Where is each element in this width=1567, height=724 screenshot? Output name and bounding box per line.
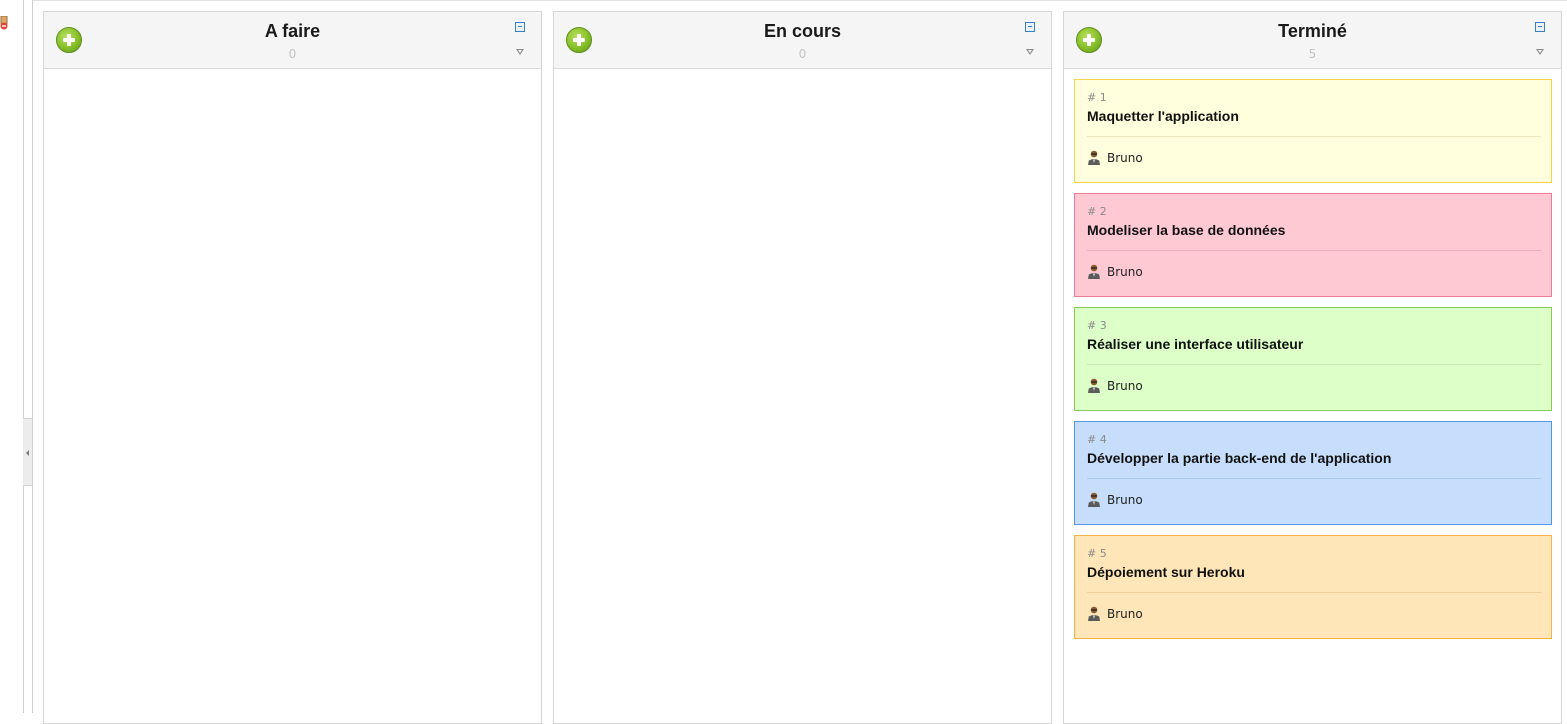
card-divider [1087,364,1541,365]
assignee-name: Bruno [1107,150,1143,165]
column-title: A faire [264,21,321,41]
user-icon [1088,378,1100,393]
user-icon [1088,492,1100,507]
card-assignee: Bruno [1087,150,1143,165]
column-en-cours: En cours 0 [553,11,1052,724]
left-sidebar [0,0,33,713]
card-number: # 2 [1087,205,1107,218]
column-header: Terminé 5 [1064,12,1561,69]
task-card[interactable]: # 4 Développer la partie back-end de l'a… [1074,421,1552,525]
card-number: # 3 [1087,319,1107,332]
dropdown-arrow-icon[interactable] [1026,49,1034,55]
minimize-icon[interactable] [515,22,525,32]
dropdown-arrow-icon[interactable] [1536,49,1544,55]
task-card[interactable]: # 2 Modeliser la base de données Bruno [1074,193,1552,297]
assignee-name: Bruno [1107,606,1143,621]
sidebar-collapse-handle[interactable] [23,418,32,486]
task-card[interactable]: # 1 Maquetter l'application Bruno [1074,79,1552,183]
minimize-icon[interactable] [1535,22,1545,32]
card-title: Dépoiement sur Heroku [1087,564,1245,580]
assignee-name: Bruno [1107,378,1143,393]
sidebar-divider [32,0,33,713]
user-icon [1088,264,1100,279]
user-icon [1088,606,1100,621]
assignee-name: Bruno [1107,264,1143,279]
card-number: # 1 [1087,91,1107,104]
card-title: Modeliser la base de données [1087,222,1286,238]
card-assignee: Bruno [1087,606,1143,621]
minimize-icon[interactable] [1025,22,1035,32]
card-title: Développer la partie back-end de l'appli… [1087,450,1392,466]
card-divider [1087,250,1541,251]
task-card[interactable]: # 3 Réaliser une interface utilisateur B… [1074,307,1552,411]
column-count: 0 [288,47,297,61]
top-divider [33,0,1567,1]
sidebar-divider [23,0,24,713]
column-header: A faire 0 [44,12,541,69]
column-header: En cours 0 [554,12,1051,69]
user-icon [1088,150,1100,165]
card-number: # 4 [1087,433,1107,446]
card-number: # 5 [1087,547,1107,560]
column-count: 5 [1308,47,1317,61]
card-assignee: Bruno [1087,264,1143,279]
column-title: En cours [763,21,842,41]
card-divider [1087,136,1541,137]
card-assignee: Bruno [1087,492,1143,507]
card-title: Maquetter l'application [1087,108,1239,124]
card-divider [1087,592,1541,593]
dropdown-arrow-icon[interactable] [516,49,524,55]
tool-icon[interactable] [0,16,11,30]
column-a-faire: A faire 0 [43,11,542,724]
card-title: Réaliser une interface utilisateur [1087,336,1304,352]
column-termine: Terminé 5 # 1 Maquetter l'application Br… [1063,11,1562,724]
assignee-name: Bruno [1107,492,1143,507]
card-divider [1087,478,1541,479]
card-assignee: Bruno [1087,378,1143,393]
column-title: Terminé [1278,21,1347,41]
column-count: 0 [798,47,807,61]
task-card[interactable]: # 5 Dépoiement sur Heroku Bruno [1074,535,1552,639]
